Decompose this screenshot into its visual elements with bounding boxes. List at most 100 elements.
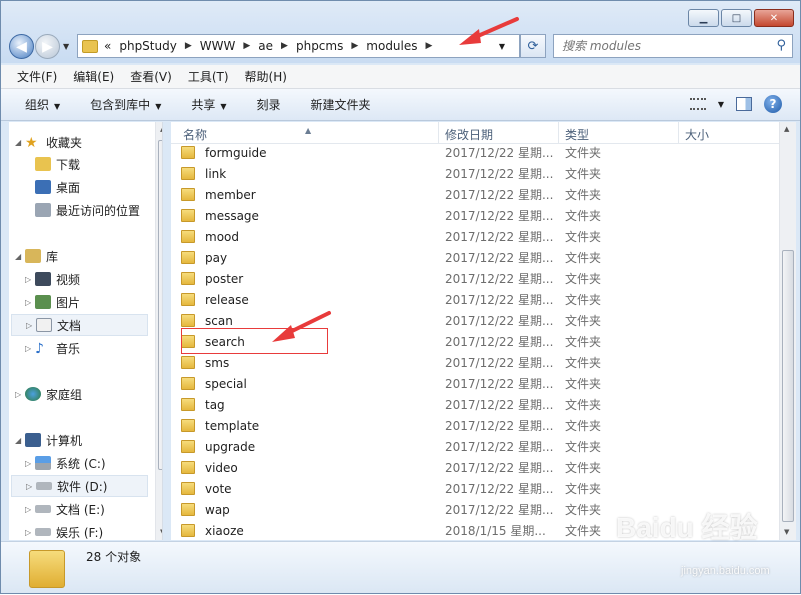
help-icon[interactable]: ? xyxy=(764,95,782,113)
preview-pane-icon[interactable] xyxy=(736,97,752,111)
breadcrumb-separator-icon[interactable]: ▶ xyxy=(351,41,358,51)
breadcrumb-separator-icon[interactable]: ▶ xyxy=(185,41,192,51)
column-size[interactable]: 大小 xyxy=(685,126,709,143)
file-row-special[interactable]: special 2017/12/22 星期... 文件夹 xyxy=(181,373,771,394)
maximize-button[interactable]: □ xyxy=(721,9,752,27)
scroll-down-icon[interactable]: ▼ xyxy=(160,528,162,536)
address-overflow[interactable]: « xyxy=(104,39,111,53)
nav-computer[interactable]: ◢ 计算机 xyxy=(15,429,82,451)
expand-arrow-icon[interactable]: ▷ xyxy=(25,298,35,307)
column-date[interactable]: 修改日期 xyxy=(445,126,493,143)
expand-arrow-icon[interactable]: ▷ xyxy=(25,528,35,537)
file-date: 2018/1/15 星期... xyxy=(445,524,546,538)
expand-arrow-icon[interactable]: ▷ xyxy=(25,344,35,353)
file-row-poster[interactable]: poster 2017/12/22 星期... 文件夹 xyxy=(181,268,771,289)
share-button[interactable]: 共享 ▼ xyxy=(191,96,226,113)
breadcrumb-separator-icon[interactable]: ▶ xyxy=(281,41,288,51)
breadcrumb-ae[interactable]: ae xyxy=(258,39,273,53)
nav-libraries[interactable]: ◢ 库 xyxy=(15,245,58,267)
search-input[interactable] xyxy=(562,39,767,53)
nav-recent-places[interactable]: 最近访问的位置 xyxy=(35,199,140,221)
nav-desktop[interactable]: 桌面 xyxy=(35,176,80,198)
column-divider[interactable] xyxy=(678,122,679,144)
breadcrumb-separator-icon[interactable]: ▶ xyxy=(426,41,433,51)
search-icon[interactable]: ⚲ xyxy=(776,38,786,53)
expand-arrow-icon[interactable]: ▷ xyxy=(25,459,35,468)
menu-view[interactable]: 查看(V) xyxy=(130,68,172,85)
collapse-arrow-icon[interactable]: ◢ xyxy=(15,436,25,445)
column-name[interactable]: 名称 xyxy=(183,126,207,143)
file-row-release[interactable]: release 2017/12/22 星期... 文件夹 xyxy=(181,289,771,310)
column-divider[interactable] xyxy=(558,122,559,144)
minimize-button[interactable]: ▁ xyxy=(688,9,719,27)
file-row-vote[interactable]: vote 2017/12/22 星期... 文件夹 xyxy=(181,478,771,499)
burn-button[interactable]: 刻录 xyxy=(257,96,281,113)
file-row-member[interactable]: member 2017/12/22 星期... 文件夹 xyxy=(181,184,771,205)
nav-videos[interactable]: ▷ 视频 xyxy=(25,268,80,290)
column-divider[interactable] xyxy=(438,122,439,144)
nav-drive-c[interactable]: ▷ 系统 (C:) xyxy=(25,452,106,474)
expand-arrow-icon[interactable]: ▷ xyxy=(25,275,35,284)
change-view-icon[interactable] xyxy=(689,98,706,110)
address-bar[interactable]: « phpStudy ▶ WWW ▶ ae ▶ phpcms ▶ modules ▶ ▼ xyxy=(77,34,520,58)
nav-documents[interactable]: ▷ 文档 xyxy=(11,314,148,336)
nav-drive-f[interactable]: ▷ 娱乐 (F:) xyxy=(25,521,103,540)
file-row-tag[interactable]: tag 2017/12/22 星期... 文件夹 xyxy=(181,394,771,415)
expand-arrow-icon[interactable]: ▷ xyxy=(25,505,35,514)
file-name: special xyxy=(205,376,247,391)
include-in-library-button[interactable]: 包含到库中 ▼ xyxy=(90,96,161,113)
nav-favorites[interactable]: ◢ ★ 收藏夹 xyxy=(15,131,82,153)
file-row-upgrade[interactable]: upgrade 2017/12/22 星期... 文件夹 xyxy=(181,436,771,457)
breadcrumb-www[interactable]: WWW xyxy=(200,39,236,53)
back-button[interactable]: ◀ xyxy=(9,34,34,59)
file-list-scrollbar[interactable]: ▲ ▼ xyxy=(779,122,796,540)
breadcrumb-modules[interactable]: modules xyxy=(366,39,417,53)
expand-arrow-icon[interactable]: ▷ xyxy=(26,321,36,330)
view-options-dropdown-icon[interactable]: ▼ xyxy=(718,100,724,109)
scroll-up-icon[interactable]: ▲ xyxy=(160,125,162,133)
folder-icon xyxy=(181,440,195,453)
recent-places-icon xyxy=(35,203,51,217)
nav-music[interactable]: ▷ ♪ 音乐 xyxy=(25,337,80,359)
system-drive-icon xyxy=(35,456,51,470)
file-row-message[interactable]: message 2017/12/22 星期... 文件夹 xyxy=(181,205,771,226)
nav-drive-e[interactable]: ▷ 文档 (E:) xyxy=(25,498,105,520)
close-button[interactable]: ✕ xyxy=(754,9,794,27)
file-row-formguide[interactable]: formguide 2017/12/22 星期... 文件夹 xyxy=(181,142,771,163)
collapse-arrow-icon[interactable]: ◢ xyxy=(15,138,25,147)
scroll-up-icon[interactable]: ▲ xyxy=(784,125,789,133)
menu-tools[interactable]: 工具(T) xyxy=(188,68,229,85)
organize-button[interactable]: 组织 ▼ xyxy=(25,96,60,113)
file-row-mood[interactable]: mood 2017/12/22 星期... 文件夹 xyxy=(181,226,771,247)
file-row-video[interactable]: video 2017/12/22 星期... 文件夹 xyxy=(181,457,771,478)
menu-edit[interactable]: 编辑(E) xyxy=(73,68,114,85)
recent-pages-dropdown[interactable]: ▼ xyxy=(63,42,69,51)
nav-drive-d[interactable]: ▷ 软件 (D:) xyxy=(11,475,148,497)
file-row-sms[interactable]: sms 2017/12/22 星期... 文件夹 xyxy=(181,352,771,373)
menu-help[interactable]: 帮助(H) xyxy=(245,68,287,85)
nav-downloads[interactable]: 下载 xyxy=(35,153,80,175)
file-row-pay[interactable]: pay 2017/12/22 星期... 文件夹 xyxy=(181,247,771,268)
file-list-scroll-thumb[interactable] xyxy=(782,250,794,522)
refresh-button[interactable]: ⟳ xyxy=(520,34,546,58)
new-folder-button[interactable]: 新建文件夹 xyxy=(311,96,371,113)
file-row-link[interactable]: link 2017/12/22 星期... 文件夹 xyxy=(181,163,771,184)
file-row-template[interactable]: template 2017/12/22 星期... 文件夹 xyxy=(181,415,771,436)
breadcrumb-phpcms[interactable]: phpcms xyxy=(296,39,343,53)
breadcrumb-phpstudy[interactable]: phpStudy xyxy=(119,39,177,53)
expand-arrow-icon[interactable]: ▷ xyxy=(26,482,36,491)
sort-ascending-icon: ▲ xyxy=(305,126,312,135)
breadcrumb-separator-icon[interactable]: ▶ xyxy=(243,41,250,51)
nav-scroll-thumb[interactable] xyxy=(158,140,162,470)
expand-arrow-icon[interactable]: ▷ xyxy=(15,390,25,399)
column-type[interactable]: 类型 xyxy=(565,126,589,143)
address-dropdown-icon[interactable]: ▼ xyxy=(499,42,505,51)
folder-icon xyxy=(29,550,65,588)
scroll-down-icon[interactable]: ▼ xyxy=(784,528,789,536)
nav-pictures[interactable]: ▷ 图片 xyxy=(25,291,80,313)
nav-pane-scrollbar[interactable]: ▲ ▼ xyxy=(155,122,162,540)
forward-button[interactable]: ▶ xyxy=(35,34,60,59)
nav-homegroup[interactable]: ▷ 家庭组 xyxy=(15,383,82,405)
menu-file[interactable]: 文件(F) xyxy=(17,68,57,85)
collapse-arrow-icon[interactable]: ◢ xyxy=(15,252,25,261)
